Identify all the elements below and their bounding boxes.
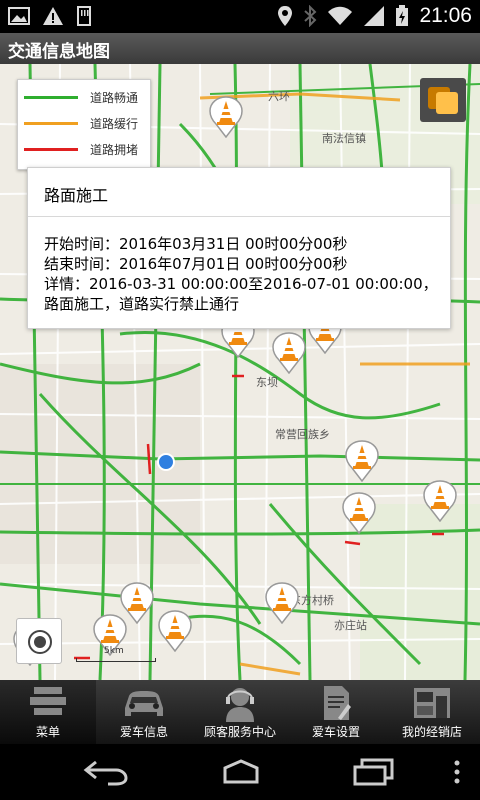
bottom-nav: 菜单 爱车信息 顾客服务中心 爱车设置 我的经销店: [0, 680, 480, 744]
incident-description: 详情：2016-03-31 00:00:00至2016-07-01 00:00:…: [44, 275, 438, 313]
nav-my-dealer[interactable]: 我的经销店: [384, 680, 480, 744]
legend-swatch-jam: [24, 147, 78, 151]
status-bar: 21:06: [0, 0, 480, 33]
overflow-menu-icon[interactable]: [452, 758, 462, 786]
map-label-dongba: 东坝: [256, 376, 278, 389]
locate-icon-dot: [34, 636, 46, 648]
construction-marker-icon[interactable]: [265, 582, 299, 625]
popup-divider: [28, 216, 450, 217]
warning-icon: [43, 7, 63, 25]
layer-toggle-button[interactable]: [420, 78, 466, 122]
home-icon[interactable]: [215, 758, 267, 786]
scale-label: 5km: [104, 646, 124, 656]
construction-marker-icon[interactable]: [345, 440, 379, 483]
nav-menu-label: 菜单: [35, 725, 60, 739]
map-label-huan6: 六环: [268, 90, 290, 103]
nav-my-dealer-label: 我的经销店: [401, 725, 462, 739]
sd-card-icon: [77, 6, 91, 26]
gallery-icon: [8, 7, 30, 25]
title-bar: 交通信息地图: [0, 33, 480, 64]
legend-label-smooth: 道路畅通: [90, 90, 139, 105]
wifi-icon: [328, 6, 353, 25]
system-nav-bar: [0, 744, 480, 800]
traffic-map[interactable]: 六环 南法信镇 东坝 常营回族乡 东方村桥 亦庄站 道路畅通 道路缓行 道路拥堵…: [0, 64, 480, 680]
nav-car-settings[interactable]: 爱车设置: [288, 680, 384, 744]
layers-icon-front: [436, 92, 458, 114]
legend-swatch-slow: [24, 121, 78, 125]
scale-bar-line: [76, 658, 156, 662]
legend-item-smooth: 道路畅通: [24, 87, 138, 107]
current-location-dot: [157, 453, 175, 471]
settings-doc-icon: [324, 686, 351, 720]
back-icon[interactable]: [82, 758, 130, 786]
legend-swatch-smooth: [24, 95, 78, 99]
dealer-store-icon: [414, 688, 450, 718]
map-label-changying: 常营回族乡: [275, 428, 330, 441]
clock: 21:06: [419, 4, 472, 27]
nav-car-info[interactable]: 爱车信息: [96, 680, 192, 744]
incident-end-time: 结束时间：2016年07月01日 00时00分00秒: [44, 255, 348, 273]
nav-car-settings-label: 爱车设置: [311, 725, 360, 739]
map-scale-bar: 5km: [76, 646, 156, 666]
incident-details: 开始时间：2016年03月31日 00时00分00秒 结束时间：2016年07月…: [44, 234, 440, 314]
battery-icon: [396, 5, 409, 26]
legend-label-slow: 道路缓行: [90, 116, 139, 131]
construction-marker-icon[interactable]: [342, 492, 376, 535]
bluetooth-icon: [304, 5, 317, 27]
construction-marker-icon[interactable]: [209, 96, 243, 139]
construction-marker-icon[interactable]: [423, 480, 457, 523]
construction-marker-icon[interactable]: [272, 332, 306, 375]
nav-customer-service-label: 顾客服务中心: [203, 725, 276, 739]
legend-item-jam: 道路拥堵: [24, 139, 138, 159]
traffic-legend: 道路畅通 道路缓行 道路拥堵: [17, 79, 151, 170]
nav-menu[interactable]: 菜单: [0, 680, 96, 744]
legend-label-jam: 道路拥堵: [90, 142, 139, 157]
signal-icon: [364, 6, 385, 26]
nav-customer-service[interactable]: 顾客服务中心: [192, 680, 288, 744]
map-label-nanfaxin: 南法信镇: [322, 132, 366, 145]
car-icon: [125, 691, 163, 716]
locate-me-button[interactable]: [16, 618, 62, 664]
recent-apps-icon[interactable]: [350, 758, 398, 786]
construction-marker-icon[interactable]: [158, 610, 192, 653]
map-label-yizhuang: 亦庄站: [334, 619, 367, 632]
menu-icon: [30, 687, 66, 715]
headset-icon: [226, 688, 254, 722]
incident-start-time: 开始时间：2016年03月31日 00时00分00秒: [44, 235, 348, 253]
location-pin-icon: [278, 6, 293, 26]
incident-info-popup[interactable]: 路面施工 开始时间：2016年03月31日 00时00分00秒 结束时间：201…: [27, 167, 451, 329]
legend-item-slow: 道路缓行: [24, 113, 138, 133]
incident-title: 路面施工: [44, 186, 109, 205]
page-title: 交通信息地图: [8, 42, 110, 62]
nav-car-info-label: 爱车信息: [119, 725, 168, 739]
